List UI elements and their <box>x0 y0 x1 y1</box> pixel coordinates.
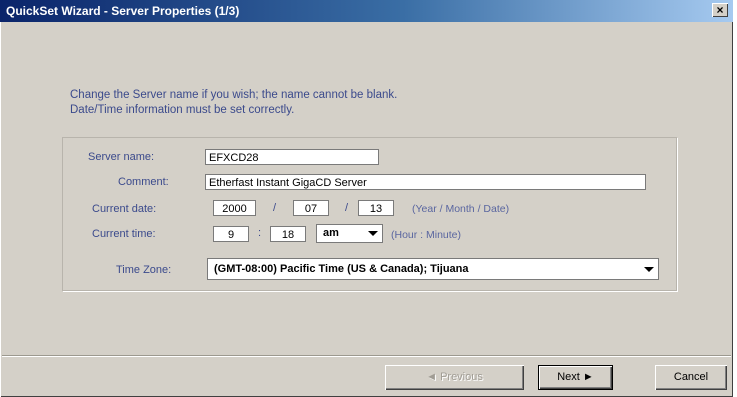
window-title: QuickSet Wizard - Server Properties (1/3… <box>6 4 240 18</box>
month-input[interactable]: 07 <box>293 200 329 216</box>
comment-input[interactable]: Etherfast Instant GigaCD Server <box>205 174 646 190</box>
current-date-label: Current date: <box>92 203 157 215</box>
day-input[interactable]: 13 <box>358 200 394 216</box>
year-input[interactable]: 2000 <box>213 200 256 216</box>
title-bar[interactable]: QuickSet Wizard - Server Properties (1/3… <box>0 0 733 22</box>
date-format-hint: (Year / Month / Date) <box>412 203 510 215</box>
time-separator: : <box>258 227 262 239</box>
date-separator: / <box>273 202 277 214</box>
footer-divider <box>2 355 731 356</box>
instructions-line-1: Change the Server name if you wish; the … <box>70 89 398 101</box>
comment-label: Comment: <box>118 176 169 188</box>
wizard-window: QuickSet Wizard - Server Properties (1/3… <box>0 0 733 397</box>
time-format-hint: (Hour : Minute) <box>391 229 462 241</box>
server-name-input[interactable]: EFXCD28 <box>205 149 379 165</box>
time-zone-value: (GMT-08:00) Pacific Time (US & Canada); … <box>214 263 469 275</box>
instructions-text: Change the Server name if you wish; the … <box>70 88 630 118</box>
close-icon[interactable]: × <box>712 3 728 17</box>
cancel-button[interactable]: Cancel <box>655 365 727 390</box>
ampm-select[interactable]: am <box>316 224 383 243</box>
minute-input[interactable]: 18 <box>270 226 306 242</box>
server-name-label: Server name: <box>88 151 155 163</box>
current-time-label: Current time: <box>92 228 156 240</box>
time-zone-label: Time Zone: <box>116 264 172 276</box>
previous-button[interactable]: ◄ Previous <box>385 365 524 390</box>
chevron-down-icon <box>644 267 654 272</box>
next-button[interactable]: Next ► <box>538 365 613 390</box>
chevron-down-icon <box>368 231 378 236</box>
instructions-line-2: Date/Time information must be set correc… <box>70 104 295 116</box>
ampm-value: am <box>323 227 339 239</box>
time-zone-select[interactable]: (GMT-08:00) Pacific Time (US & Canada); … <box>207 258 659 280</box>
hour-input[interactable]: 9 <box>213 226 249 242</box>
date-separator: / <box>345 202 349 214</box>
